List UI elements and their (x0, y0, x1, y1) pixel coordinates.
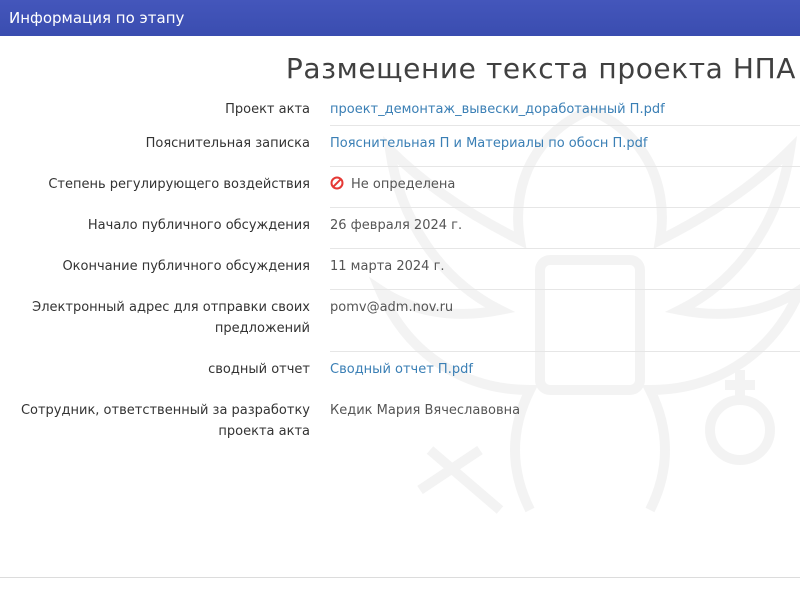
summary-report-file-link[interactable]: Сводный отчет П.pdf (330, 362, 473, 377)
panel-header: Информация по этапу (0, 0, 800, 36)
field-value: Кедик Мария Вячеславовна (330, 403, 521, 418)
field-row-draft-act: Проект акта проект_демонтаж_вывески_дора… (0, 92, 800, 126)
field-value: проект_демонтаж_вывески_доработанный П.p… (330, 92, 800, 126)
explanatory-note-file-link[interactable]: Пояснительная П и Материалы по обосн П.p… (330, 136, 648, 151)
stage-title: Размещение текста проекта НПА (285, 52, 796, 85)
field-value: 26 февраля 2024 г. (330, 208, 800, 249)
stage-info-page: Информация по этапу Размещение текста пр… (0, 0, 800, 600)
footer-divider (0, 577, 800, 578)
field-label: Электронный адрес для отправки своих пре… (32, 300, 310, 336)
field-label: Окончание публичного обсуждения (62, 259, 310, 274)
field-label: Проект акта (225, 102, 310, 117)
field-row-discussion-end: Окончание публичного обсуждения 11 марта… (0, 249, 800, 290)
field-row-explanatory-note: Пояснительная записка Пояснительная П и … (0, 126, 800, 167)
field-label: Степень регулирующего воздействия (48, 177, 310, 192)
field-row-email: Электронный адрес для отправки своих пре… (0, 290, 800, 352)
panel-title: Информация по этапу (9, 9, 185, 27)
field-value: Сводный отчет П.pdf (330, 352, 800, 393)
field-label: Сотрудник, ответственный за разработку п… (20, 403, 310, 439)
field-row-discussion-start: Начало публичного обсуждения 26 февраля … (0, 208, 800, 249)
field-label: Начало публичного обсуждения (87, 218, 310, 233)
field-label: Пояснительная записка (145, 136, 310, 151)
field-row-summary-report: сводный отчет Сводный отчет П.pdf (0, 352, 800, 393)
field-value: Не определена (330, 167, 800, 208)
stage-info-table: Проект акта проект_демонтаж_вывески_дора… (0, 92, 800, 455)
field-label: сводный отчет (208, 362, 310, 377)
field-row-responsible: Сотрудник, ответственный за разработку п… (0, 393, 800, 455)
field-row-regulatory-impact: Степень регулирующего воздействия Не опр… (0, 167, 800, 208)
field-value: 11 марта 2024 г. (330, 249, 800, 290)
field-value: Пояснительная П и Материалы по обосн П.p… (330, 126, 800, 167)
draft-act-file-link[interactable]: проект_демонтаж_вывески_доработанный П.p… (330, 102, 665, 117)
not-defined-icon (330, 176, 344, 190)
regulatory-impact-value: Не определена (351, 177, 456, 192)
field-value: pomv@adm.nov.ru (330, 290, 800, 352)
